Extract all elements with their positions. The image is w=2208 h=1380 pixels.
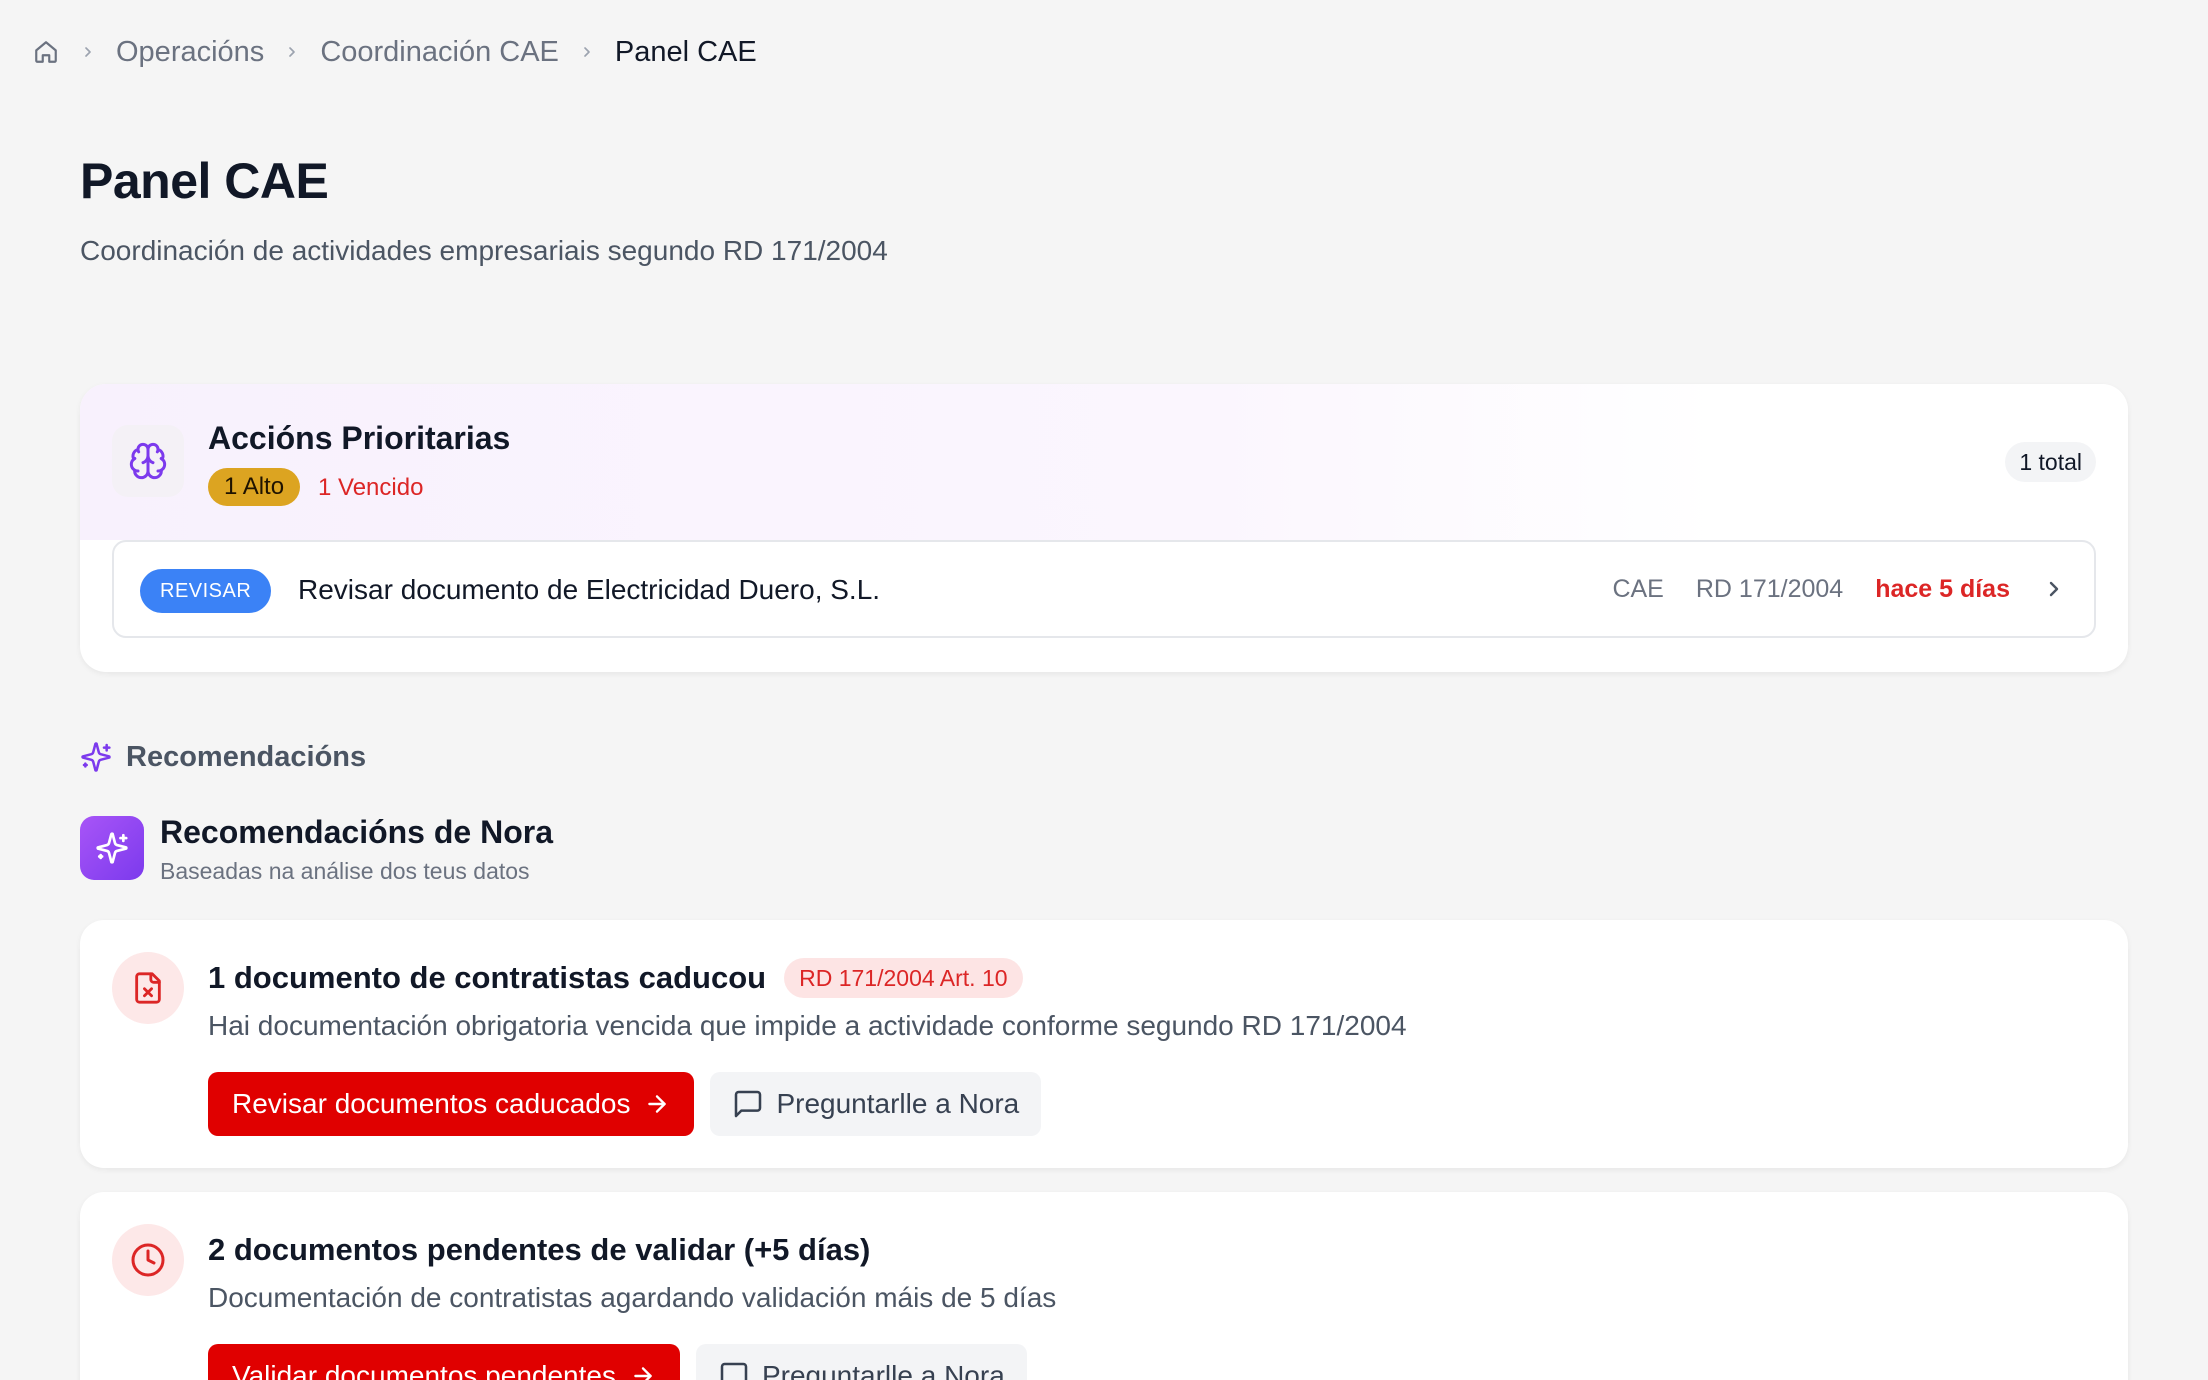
button-label: Preguntarlle a Nora	[776, 1088, 1020, 1119]
sparkles-icon	[80, 741, 112, 773]
breadcrumb: Operacións Coordinación CAE Panel CAE	[32, 34, 757, 70]
recommendation-card-expired: 1 documento de contratistas caducou RD 1…	[80, 920, 2128, 1168]
action-time-ago: hace 5 días	[1875, 574, 2010, 603]
priority-action-item[interactable]: REVISAR Revisar documento de Electricida…	[112, 540, 2096, 638]
chevron-right-icon	[282, 42, 302, 62]
priority-title: Accións Prioritarias	[208, 420, 511, 456]
priority-header-background	[80, 384, 2128, 540]
recommendations-section-header: Recomendacións	[80, 737, 366, 777]
breadcrumb-coordinacion-cae[interactable]: Coordinación CAE	[320, 36, 559, 69]
file-x-icon	[112, 952, 184, 1024]
recommendation-title-row: 2 documentos pendentes de validar (+5 dí…	[208, 1228, 870, 1272]
brain-icon	[112, 425, 184, 497]
ask-nora-button[interactable]: Preguntarlle a Nora	[695, 1344, 1027, 1380]
action-module: CAE	[1612, 574, 1664, 603]
clock-icon	[112, 1224, 184, 1296]
total-count-badge: 1 total	[2005, 442, 2096, 482]
chevron-right-icon	[78, 42, 98, 62]
breadcrumb-operacions[interactable]: Operacións	[116, 36, 264, 69]
recommendation-description: Documentación de contratistas agardando …	[208, 1282, 1057, 1313]
recommendation-title-row: 1 documento de contratistas caducou RD 1…	[208, 956, 1023, 1000]
nora-recommendations-subtitle: Baseadas na análise dos teus datos	[160, 858, 530, 884]
recommendation-title: 1 documento de contratistas caducou	[208, 960, 767, 995]
breadcrumb-current: Panel CAE	[614, 35, 757, 68]
priority-actions-card: Accións Prioritarias 1 Alto 1 Vencido 1 …	[80, 384, 2128, 672]
button-label: Preguntarlle a Nora	[761, 1360, 1005, 1380]
button-label: Revisar documentos caducados	[232, 1088, 631, 1119]
page-subtitle: Coordinación de actividades empresariais…	[80, 235, 888, 266]
action-title: Revisar documento de Electricidad Duero,…	[298, 574, 881, 605]
action-meta: CAE RD 171/2004 hace 5 días	[1612, 542, 2066, 636]
message-square-icon	[732, 1088, 764, 1120]
recommendations-section-label: Recomendacións	[126, 740, 367, 773]
page-title: Panel CAE	[80, 153, 329, 209]
arrow-right-icon	[630, 1363, 656, 1380]
recommendation-title: 2 documentos pendentes de validar (+5 dí…	[208, 1232, 871, 1267]
recommendation-actions: Validar documentos pendentes Preguntarll…	[208, 1344, 1027, 1380]
regulation-reference-badge: RD 171/2004 Art. 10	[784, 958, 1023, 998]
action-type-tag: REVISAR	[140, 569, 272, 613]
chevron-right-icon[interactable]	[2042, 577, 2066, 601]
recommendation-card-pending: 2 documentos pendentes de validar (+5 dí…	[80, 1192, 2128, 1380]
overdue-count: 1 Vencido	[318, 474, 424, 501]
arrow-right-icon	[644, 1091, 670, 1117]
action-regulation: RD 171/2004	[1695, 574, 1844, 603]
message-square-icon	[718, 1360, 750, 1380]
home-icon[interactable]	[32, 38, 60, 66]
validate-pending-documents-button[interactable]: Validar documentos pendentes	[208, 1344, 680, 1380]
chevron-right-icon	[577, 42, 597, 62]
nora-sparkles-icon	[80, 816, 144, 880]
recommendation-description: Hai documentación obrigatoria vencida qu…	[208, 1010, 1407, 1041]
button-label: Validar documentos pendentes	[232, 1360, 616, 1380]
ask-nora-button[interactable]: Preguntarlle a Nora	[710, 1072, 1042, 1136]
recommendation-actions: Revisar documentos caducados Preguntarll…	[208, 1072, 1042, 1136]
high-priority-badge: 1 Alto	[208, 468, 301, 506]
review-expired-documents-button[interactable]: Revisar documentos caducados	[208, 1072, 695, 1136]
nora-recommendations-title: Recomendacións de Nora	[160, 814, 553, 850]
